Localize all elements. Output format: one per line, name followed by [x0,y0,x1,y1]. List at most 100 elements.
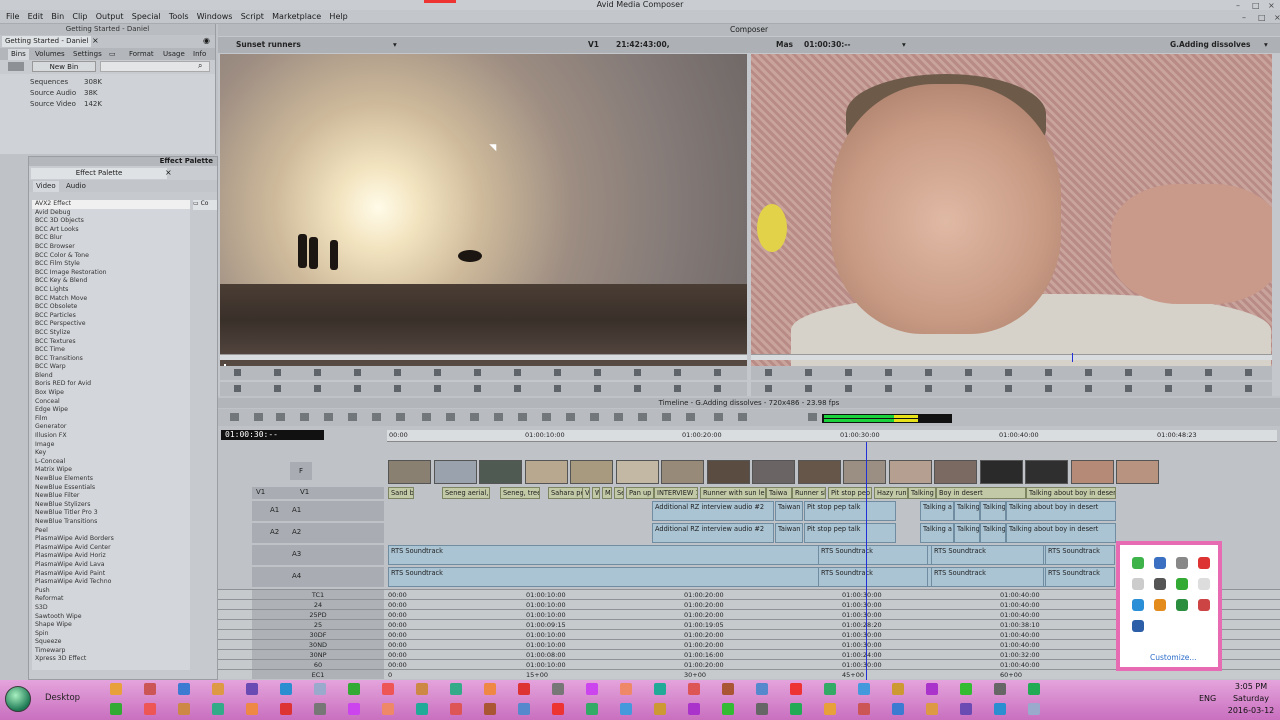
search-icon[interactable]: ⌕ [198,61,202,71]
taskbar-app-icon[interactable] [688,703,700,715]
taskbar-app-icon[interactable] [960,703,972,715]
tab-volumes[interactable]: Volumes [32,49,68,60]
transport-control-icon[interactable] [845,369,852,376]
tab-usage[interactable]: Usage [160,49,188,60]
menu-windows[interactable]: Windows [197,10,233,24]
taskbar-app-icon[interactable] [518,683,530,695]
record-monitor[interactable] [751,54,1272,374]
taskbar-app-icon[interactable] [246,683,258,695]
tray-customize-link[interactable]: Customize... [1150,653,1197,662]
taskbar-app-icon[interactable] [960,683,972,695]
taskbar-app-icon[interactable] [382,683,394,695]
transport-control-icon[interactable] [594,369,601,376]
tray-app-icon[interactable] [1132,599,1144,611]
transport-control-icon[interactable] [474,385,481,392]
effect-category-item[interactable]: NewBlue Essentials [32,484,190,493]
taskbar-app-icon[interactable] [892,703,904,715]
timeline-tool-icon[interactable] [542,413,551,421]
effect-category-item[interactable]: Avid Debug [32,209,190,218]
taskbar-app-icon[interactable] [620,703,632,715]
transport-control-icon[interactable] [634,369,641,376]
taskbar-app-icon[interactable] [688,683,700,695]
audio-clip[interactable]: Talking [954,501,980,521]
video-clip[interactable]: Mg [602,487,612,499]
timeline-tool-icon[interactable] [566,413,575,421]
effect-category-item[interactable]: Squeeze [32,638,190,647]
timeline-ruler[interactable]: 00:00 01:00:10:00 01:00:20:00 01:00:30:0… [387,430,1277,442]
video-clip[interactable]: Sand blowing [388,487,414,499]
video-clip[interactable]: INTERVIEW 1 [654,487,698,499]
taskbar-app-icon[interactable] [552,703,564,715]
taskbar-app-icon[interactable] [348,703,360,715]
transport-control-icon[interactable] [274,385,281,392]
effect-category-item[interactable]: Shape Wipe [32,621,190,630]
source-clip-name[interactable]: Sunset runners [236,37,301,53]
taskbar-app-icon[interactable] [926,703,938,715]
taskbar-app-icon[interactable] [348,683,360,695]
audio-clip[interactable]: Talking about boy in desert [1006,501,1116,521]
taskbar-app-icon[interactable] [994,703,1006,715]
tab-settings[interactable]: Settings [70,49,105,60]
transport-control-icon[interactable] [434,369,441,376]
effect-category-item[interactable]: BCC Perspective [32,320,190,329]
taskbar-app-icon[interactable] [144,703,156,715]
taskbar-app-icon[interactable] [314,683,326,695]
transport-control-icon[interactable] [394,385,401,392]
transport-control-icon[interactable] [354,385,361,392]
transport-control-icon[interactable] [594,385,601,392]
transport-control-icon[interactable] [805,369,812,376]
effect-category-item[interactable]: BCC Art Looks [32,226,190,235]
taskbar-app-icon[interactable] [450,683,462,695]
timeline-tool-icon[interactable] [714,413,723,421]
video-clip[interactable]: Sel [614,487,624,499]
taskbar-app-icon[interactable] [586,703,598,715]
transport-control-icon[interactable] [554,369,561,376]
transport-control-icon[interactable] [514,385,521,392]
audio-clip[interactable]: Talking [980,501,1006,521]
video-clip[interactable]: Seneg, tree [500,487,540,499]
effect-category-item[interactable]: BCC Image Restoration [32,269,190,278]
effect-category-item[interactable]: NewBlue Titler Pro 3 [32,509,190,518]
timeline-playhead[interactable] [866,442,867,680]
sequence-name[interactable]: G.Adding dissolves [1170,37,1250,53]
transport-control-icon[interactable] [714,369,721,376]
effect-category-item[interactable]: BCC Textures [32,338,190,347]
effect-category-item[interactable]: PlasmaWipe Avid Lava [32,561,190,570]
timeline-tool-icon[interactable] [738,413,747,421]
effect-category-item[interactable]: Matrix Wipe [32,466,190,475]
tray-app-icon[interactable] [1176,578,1188,590]
taskbar-app-icon[interactable] [790,703,802,715]
menu-bin[interactable]: Bin [51,10,64,24]
taskbar-app-icon[interactable] [484,703,496,715]
timeline-tool-icon[interactable] [300,413,309,421]
start-button[interactable] [5,686,31,712]
taskbar-app-icon[interactable] [994,683,1006,695]
transport-control-icon[interactable] [394,369,401,376]
tray-app-icon[interactable] [1198,557,1210,569]
timeline-tool-icon[interactable] [638,413,647,421]
effect-category-item[interactable]: Peel [32,527,190,536]
bin-menu-icon[interactable] [8,62,24,71]
effect-category-item[interactable]: BCC Time [32,346,190,355]
tray-app-icon[interactable] [1176,599,1188,611]
timeline-tool-icon[interactable] [470,413,479,421]
transport-control-icon[interactable] [1125,369,1132,376]
soundtrack-clip-a3[interactable]: RTS Soundtrack [818,545,928,565]
timeline-tool-icon[interactable] [494,413,503,421]
soundtrack-clip-a4[interactable]: RTS Soundtrack [931,567,1044,587]
timeline-tool-icon[interactable] [348,413,357,421]
taskbar-app-icon[interactable] [178,703,190,715]
timecode-track-name[interactable]: EC1 [252,670,384,679]
transport-control-icon[interactable] [1165,385,1172,392]
effect-category-item[interactable]: Generator [32,423,190,432]
taskbar-app-icon[interactable] [484,683,496,695]
effect-category-item[interactable]: NewBlue Filter [32,492,190,501]
transport-control-icon[interactable] [845,385,852,392]
rec-track-a2[interactable]: A2 [270,528,279,536]
timeline-tool-icon[interactable] [276,413,285,421]
timecode-track-name[interactable]: 60 [252,660,384,669]
tray-app-icon[interactable] [1154,578,1166,590]
video-clip[interactable]: W [592,487,600,499]
timeline-tool-icon[interactable] [686,413,695,421]
transport-control-icon[interactable] [514,369,521,376]
